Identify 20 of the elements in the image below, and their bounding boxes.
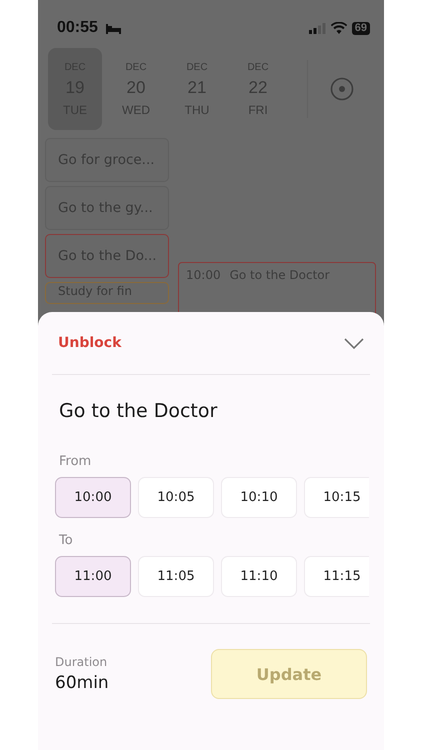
time-chip[interactable]: 10:10	[221, 477, 297, 518]
to-label: To	[59, 533, 74, 548]
time-chip[interactable]: 10:15	[304, 477, 369, 518]
time-chip[interactable]: 10:05	[138, 477, 214, 518]
battery-icon: 69	[352, 22, 370, 34]
task-title: Go to the Doctor	[59, 400, 218, 424]
from-label: From	[59, 454, 92, 469]
time-chip[interactable]: 11:10	[221, 556, 297, 597]
duration-label: Duration	[55, 655, 108, 669]
unblock-link[interactable]: Unblock	[58, 335, 122, 351]
wifi-icon	[330, 22, 347, 34]
time-chip[interactable]: 11:00	[55, 556, 131, 597]
chevron-down-icon[interactable]	[344, 338, 364, 348]
time-chip[interactable]: 11:05	[138, 556, 214, 597]
duration-value: 60min	[55, 673, 109, 693]
time-chip[interactable]: 11:15	[304, 556, 369, 597]
bed-icon	[104, 22, 122, 34]
status-time: 00:55	[57, 19, 98, 37]
time-chip[interactable]: 10:00	[55, 477, 131, 518]
signal-icon	[308, 22, 326, 34]
